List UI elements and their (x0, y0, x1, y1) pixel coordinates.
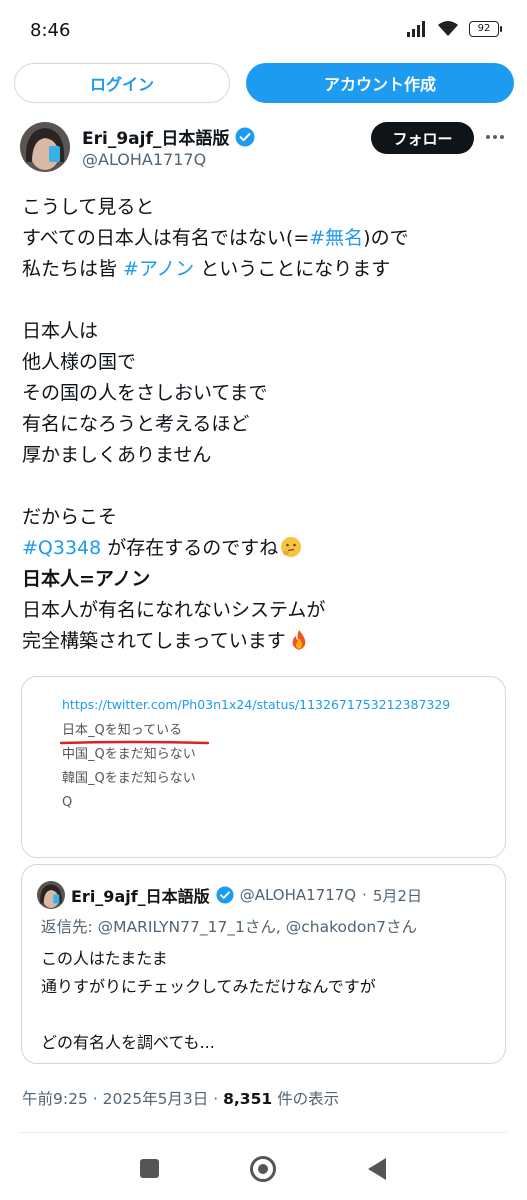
tweet-meta: 午前9:25 · 2025年5月3日 · 8,351 件の表示 (22, 1087, 339, 1109)
separator-dot: · (362, 886, 367, 904)
tweet-line: こうして見ると (22, 196, 155, 218)
back-icon[interactable] (368, 1158, 386, 1180)
separator-dot: · (92, 1090, 98, 1108)
quoted-line: この人はたまたま (41, 949, 168, 968)
quoted-avatar (37, 881, 65, 909)
tweet-date[interactable]: 2025年5月3日 (103, 1090, 209, 1108)
quoted-line: どの有名人を調べても... (41, 1033, 215, 1052)
quoted-tweet[interactable]: Eri_9ajf_日本語版 @ALOHA1717Q · 5月2日 返信先: @M… (21, 864, 506, 1064)
image-url-text: https://twitter.com/Ph03n1x24/status/113… (62, 697, 451, 712)
tweet-author: Eri_9ajf_日本語版 @ALOHA1717Q フォロー (20, 120, 510, 176)
quoted-tweet-text: この人はたまたま 通りすがりにチェックしてみただけなんですが どの有名人を調べて… (41, 945, 376, 1057)
quoted-tweet-header: Eri_9ajf_日本語版 @ALOHA1717Q · 5月2日 (37, 881, 422, 909)
recent-apps-icon[interactable] (140, 1159, 159, 1178)
tweet-line: その国の人をさしおいてまで (22, 382, 268, 404)
auth-row: ログイン アカウント作成 (14, 63, 514, 105)
tweet-time[interactable]: 午前9:25 (22, 1090, 88, 1108)
tweet-line: #Q3348 が存在するのですね (22, 533, 512, 564)
tweet-line: 他人様の国で (22, 351, 137, 373)
views-label: 件の表示 (272, 1090, 340, 1108)
tweet-text-fragment: )ので (363, 227, 409, 249)
tweet-text-fragment: が存在するのですね (101, 537, 279, 559)
quoted-line: 通りすがりにチェックしてみただけなんですが (41, 977, 376, 996)
image-text-line: Q (62, 795, 73, 810)
tweet-text: こうして見ると すべての日本人は有名ではない(=#無名)ので 私たちは皆 #アノ… (22, 192, 512, 657)
quoted-date: 5月2日 (372, 886, 422, 905)
avatar[interactable] (20, 122, 70, 172)
thinking-face-emoji-icon (281, 537, 302, 557)
tweet-line: だからこそ (22, 506, 118, 528)
tweet-text-fragment: 私たちは皆 (22, 258, 124, 280)
tweet-line: 私たちは皆 #アノン ということになります (22, 254, 512, 285)
tweet-line: すべての日本人は有名ではない(=#無名)ので (22, 223, 512, 254)
tweet-line: 日本人が有名になれないシステムが (22, 599, 326, 621)
follow-button[interactable]: フォロー (371, 122, 474, 154)
create-account-button[interactable]: アカウント作成 (246, 63, 514, 103)
image-text-list: 日本_Qを知っている 中国_Qをまだ知らない 韓国_Qをまだ知らない Q (62, 719, 196, 815)
red-underline-mark (60, 740, 210, 745)
status-time: 8:46 (30, 20, 71, 41)
tweet-line: 日本人=アノン (22, 568, 151, 590)
verified-badge-icon (216, 886, 234, 904)
login-button[interactable]: ログイン (14, 63, 230, 103)
system-nav-bar (0, 1140, 527, 1200)
tweet-line: 日本人は (22, 320, 99, 342)
author-name[interactable]: Eri_9ajf_日本語版 (82, 124, 255, 149)
wifi-icon (438, 21, 458, 36)
tweet-text-fragment: 完全構築されてしまっています (22, 630, 286, 652)
status-bar: 8:46 92 (0, 0, 527, 62)
image-text-line: 中国_Qをまだ知らない (62, 747, 196, 762)
hashtag-link[interactable]: #無名 (309, 227, 363, 249)
author-handle[interactable]: @ALOHA1717Q (82, 150, 206, 169)
quoted-author-name: Eri_9ajf_日本語版 (71, 887, 210, 906)
home-icon[interactable] (250, 1156, 276, 1182)
tweet-line: 完全構築されてしまっています (22, 626, 512, 657)
signal-icon (407, 20, 425, 37)
quoted-author-handle: @ALOHA1717Q (239, 886, 357, 904)
tweet-line: 厚かましくありません (22, 444, 212, 466)
embedded-image[interactable]: https://twitter.com/Ph03n1x24/status/113… (21, 676, 506, 858)
tweet-line: 有名になろうと考えるほど (22, 413, 250, 435)
verified-badge-icon (235, 127, 255, 146)
hashtag-link[interactable]: #Q3348 (22, 537, 101, 559)
fire-emoji-icon (292, 630, 306, 650)
hashtag-link[interactable]: #アノン (123, 258, 194, 280)
tweet-text-fragment: ということになります (194, 258, 391, 280)
reply-to-text: 返信先: @MARILYN77_17_1さん, @chakodon7さん (41, 918, 418, 936)
status-icons: 92 (407, 20, 502, 37)
tweet-text-fragment: すべての日本人は有名ではない(= (22, 227, 310, 249)
divider (20, 1132, 507, 1133)
image-text-line: 韓国_Qをまだ知らない (62, 771, 196, 786)
battery-icon: 92 (469, 20, 502, 37)
separator-dot: · (213, 1090, 219, 1108)
more-options-icon[interactable] (482, 126, 508, 148)
views-count: 8,351 (223, 1090, 273, 1108)
author-name-text[interactable]: Eri_9ajf_日本語版 (82, 124, 229, 149)
